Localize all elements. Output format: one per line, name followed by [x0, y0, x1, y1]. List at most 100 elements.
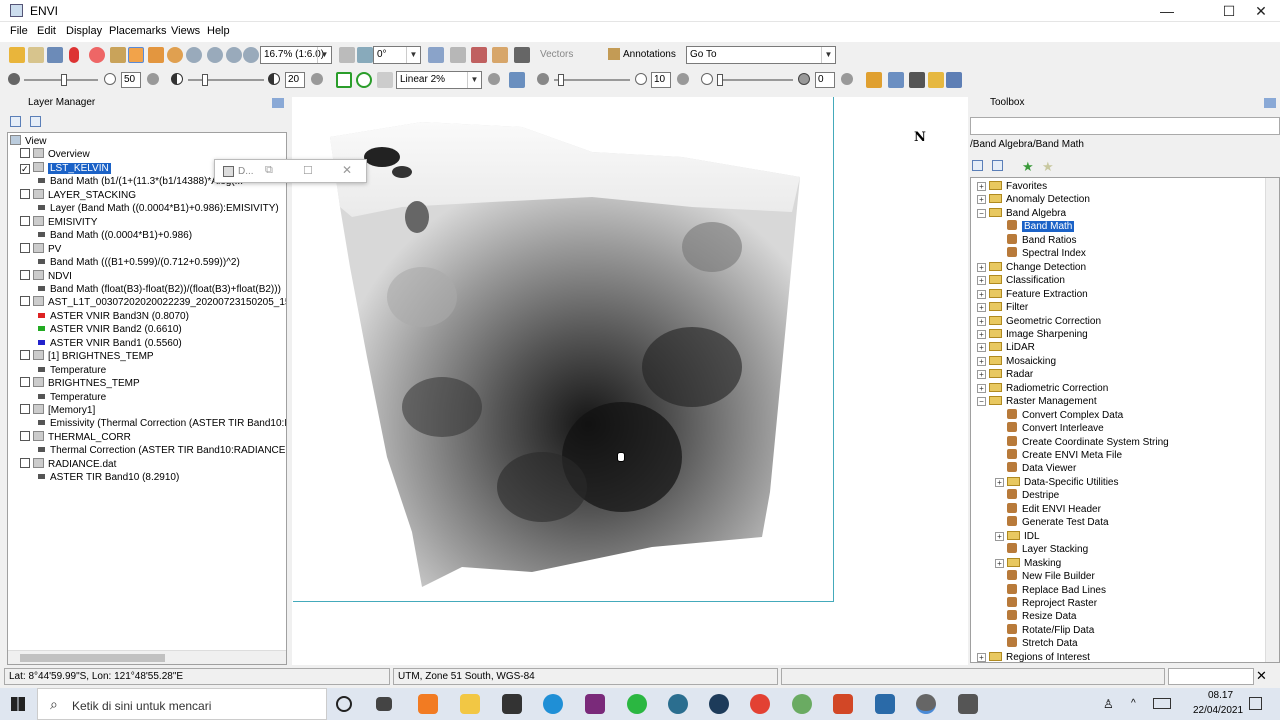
menu-help[interactable]: Help — [207, 25, 230, 37]
annotations-menu[interactable]: Annotations — [623, 49, 676, 60]
toolbox-folder[interactable]: + Mosaicking — [977, 355, 1056, 368]
collapse-icon[interactable]: − — [977, 397, 986, 407]
data-manager-icon[interactable] — [28, 47, 44, 63]
toolbox-tool[interactable]: Data Viewer — [995, 462, 1076, 475]
menu-edit[interactable]: Edit — [37, 25, 56, 37]
rotate-icon[interactable] — [167, 47, 183, 63]
vector-edit-icon[interactable] — [450, 47, 466, 63]
sharpen-input[interactable]: 10 — [651, 72, 671, 88]
toolbox-folder[interactable]: + Image Sharpening — [977, 328, 1088, 341]
toolbox-folder[interactable]: + Anomaly Detection — [977, 193, 1090, 206]
expand-icon[interactable]: + — [977, 329, 986, 339]
grid-icon[interactable] — [514, 47, 530, 63]
reset-icon[interactable] — [841, 73, 853, 85]
stretch-region-icon[interactable] — [336, 72, 352, 88]
monitor-icon[interactable] — [875, 694, 895, 714]
app-icon[interactable] — [418, 694, 438, 714]
layer-item[interactable]: PV — [20, 242, 61, 256]
collapse-icon[interactable]: − — [977, 208, 986, 218]
toolbox-tool[interactable]: Resize Data — [995, 610, 1076, 623]
toolbox-tool[interactable]: Convert Complex Data — [995, 408, 1123, 422]
toolbox-tool[interactable]: Create Coordinate System String — [995, 435, 1169, 449]
layer-item[interactable]: Overview — [20, 148, 90, 161]
layer-item[interactable]: [Memory1] — [20, 404, 95, 417]
vertical-scrollbar[interactable] — [1265, 178, 1279, 662]
file-explorer-icon[interactable] — [460, 694, 480, 714]
join-icon[interactable] — [492, 47, 508, 63]
toolbox-folder[interactable]: + Regions of Interest — [977, 651, 1090, 662]
close-button[interactable]: ✕ — [1238, 0, 1280, 22]
rotate-arrow-icon[interactable] — [357, 47, 373, 63]
winrar-icon[interactable] — [585, 694, 605, 714]
blend-icon[interactable] — [946, 72, 962, 88]
menu-display[interactable]: Display — [66, 25, 102, 37]
portal-icon[interactable] — [888, 72, 904, 88]
whatsapp-icon[interactable] — [627, 694, 647, 714]
transparency-input[interactable]: 0 — [815, 72, 835, 88]
expand-icon[interactable]: + — [977, 262, 986, 272]
zoom-out-icon[interactable] — [226, 47, 242, 63]
layer-checkbox[interactable] — [20, 148, 30, 159]
band-item[interactable]: ASTER VNIR Band2 (0.6610) — [38, 323, 182, 336]
minimize-button[interactable]: — — [1144, 0, 1190, 22]
expand-icon[interactable]: + — [977, 195, 986, 205]
stretch-full-icon[interactable] — [377, 72, 393, 88]
layer-checkbox[interactable] — [20, 188, 30, 199]
toolbox-tool[interactable]: Reproject Raster — [995, 596, 1097, 610]
layer-checkbox[interactable] — [20, 215, 30, 226]
open-icon[interactable] — [9, 47, 25, 63]
toolbox-folder[interactable]: + Favorites — [977, 180, 1047, 193]
toolbox-folder[interactable]: + Radiometric Correction — [977, 382, 1108, 395]
add-favorite-icon[interactable]: ★ — [1022, 159, 1034, 175]
layer-checkbox[interactable] — [20, 296, 30, 307]
tray-chevron-icon[interactable]: ^ — [1131, 698, 1136, 709]
rotation-combo[interactable]: 0° ▼ — [373, 46, 421, 64]
vectors-menu[interactable]: Vectors — [540, 49, 573, 60]
stretch-combo[interactable]: Linear 2% ▼ — [396, 71, 482, 89]
toolbox-folder[interactable]: − Band Algebra — [977, 207, 1066, 220]
layer-checkbox[interactable] — [20, 269, 30, 280]
menu-file[interactable]: File — [10, 25, 28, 37]
expand-icon[interactable]: + — [977, 356, 986, 366]
layer-checkbox[interactable] — [20, 242, 30, 253]
chrome-icon[interactable] — [750, 694, 770, 714]
zoom-in-icon[interactable] — [207, 47, 223, 63]
band-item[interactable]: ASTER VNIR Band3N (0.8070) — [38, 310, 189, 323]
band-item[interactable]: Thermal Correction (ASTER TIR Band10:RAD… — [38, 444, 286, 457]
layer-item[interactable]: THERMAL_CORR — [20, 430, 131, 444]
expand-icon[interactable]: + — [977, 370, 986, 380]
sharpen-thumb[interactable] — [558, 74, 564, 86]
swipe-icon[interactable] — [928, 72, 944, 88]
expand-icon[interactable]: + — [977, 303, 986, 313]
chart-icon[interactable] — [866, 72, 882, 88]
band-item[interactable]: Temperature — [38, 391, 106, 404]
layer-checkbox[interactable]: ✓ — [20, 163, 30, 174]
flicker-icon[interactable] — [909, 72, 925, 88]
band-item[interactable]: ASTER VNIR Band1 (0.5560) — [38, 337, 182, 350]
menu-placemarks[interactable]: Placemarks — [109, 25, 166, 37]
brightness-thumb[interactable] — [61, 74, 67, 86]
rotate-view-icon[interactable] — [339, 47, 355, 63]
toolbox-tool[interactable]: Band Ratios — [995, 233, 1076, 247]
reset-icon[interactable] — [147, 73, 159, 85]
band-item[interactable]: Temperature — [38, 364, 106, 377]
goto-combo[interactable]: Go To ▼ — [686, 46, 836, 64]
pin-icon[interactable] — [272, 98, 284, 108]
brightness-slider[interactable] — [24, 74, 98, 86]
clock-time[interactable]: 08.17 — [1208, 690, 1233, 701]
maximize-icon[interactable]: ☐ — [303, 164, 313, 177]
layer-tree-root[interactable]: View — [10, 135, 47, 148]
toolbox-folder[interactable]: + Feature Extraction — [977, 288, 1088, 301]
layer-checkbox[interactable] — [20, 404, 30, 414]
minimize-icon[interactable]: ⧉ — [265, 164, 273, 177]
placemark-icon[interactable] — [69, 47, 79, 63]
sticky-notes-icon[interactable] — [502, 694, 522, 714]
collapse-all-icon[interactable] — [10, 116, 21, 127]
powerpoint-icon[interactable] — [833, 694, 853, 714]
cancel-icon[interactable]: ✕ — [1256, 668, 1267, 684]
band-item[interactable]: Layer (Band Math ((0.0004*B1)+0.986):EMI… — [38, 202, 279, 215]
layer-item[interactable]: AST_L1T_00307202020022239_20200723150205… — [20, 296, 286, 309]
horizontal-scrollbar[interactable] — [8, 650, 286, 664]
app-c-icon[interactable] — [709, 694, 729, 714]
band-item[interactable]: Emissivity (Thermal Correction (ASTER TI… — [38, 417, 286, 430]
